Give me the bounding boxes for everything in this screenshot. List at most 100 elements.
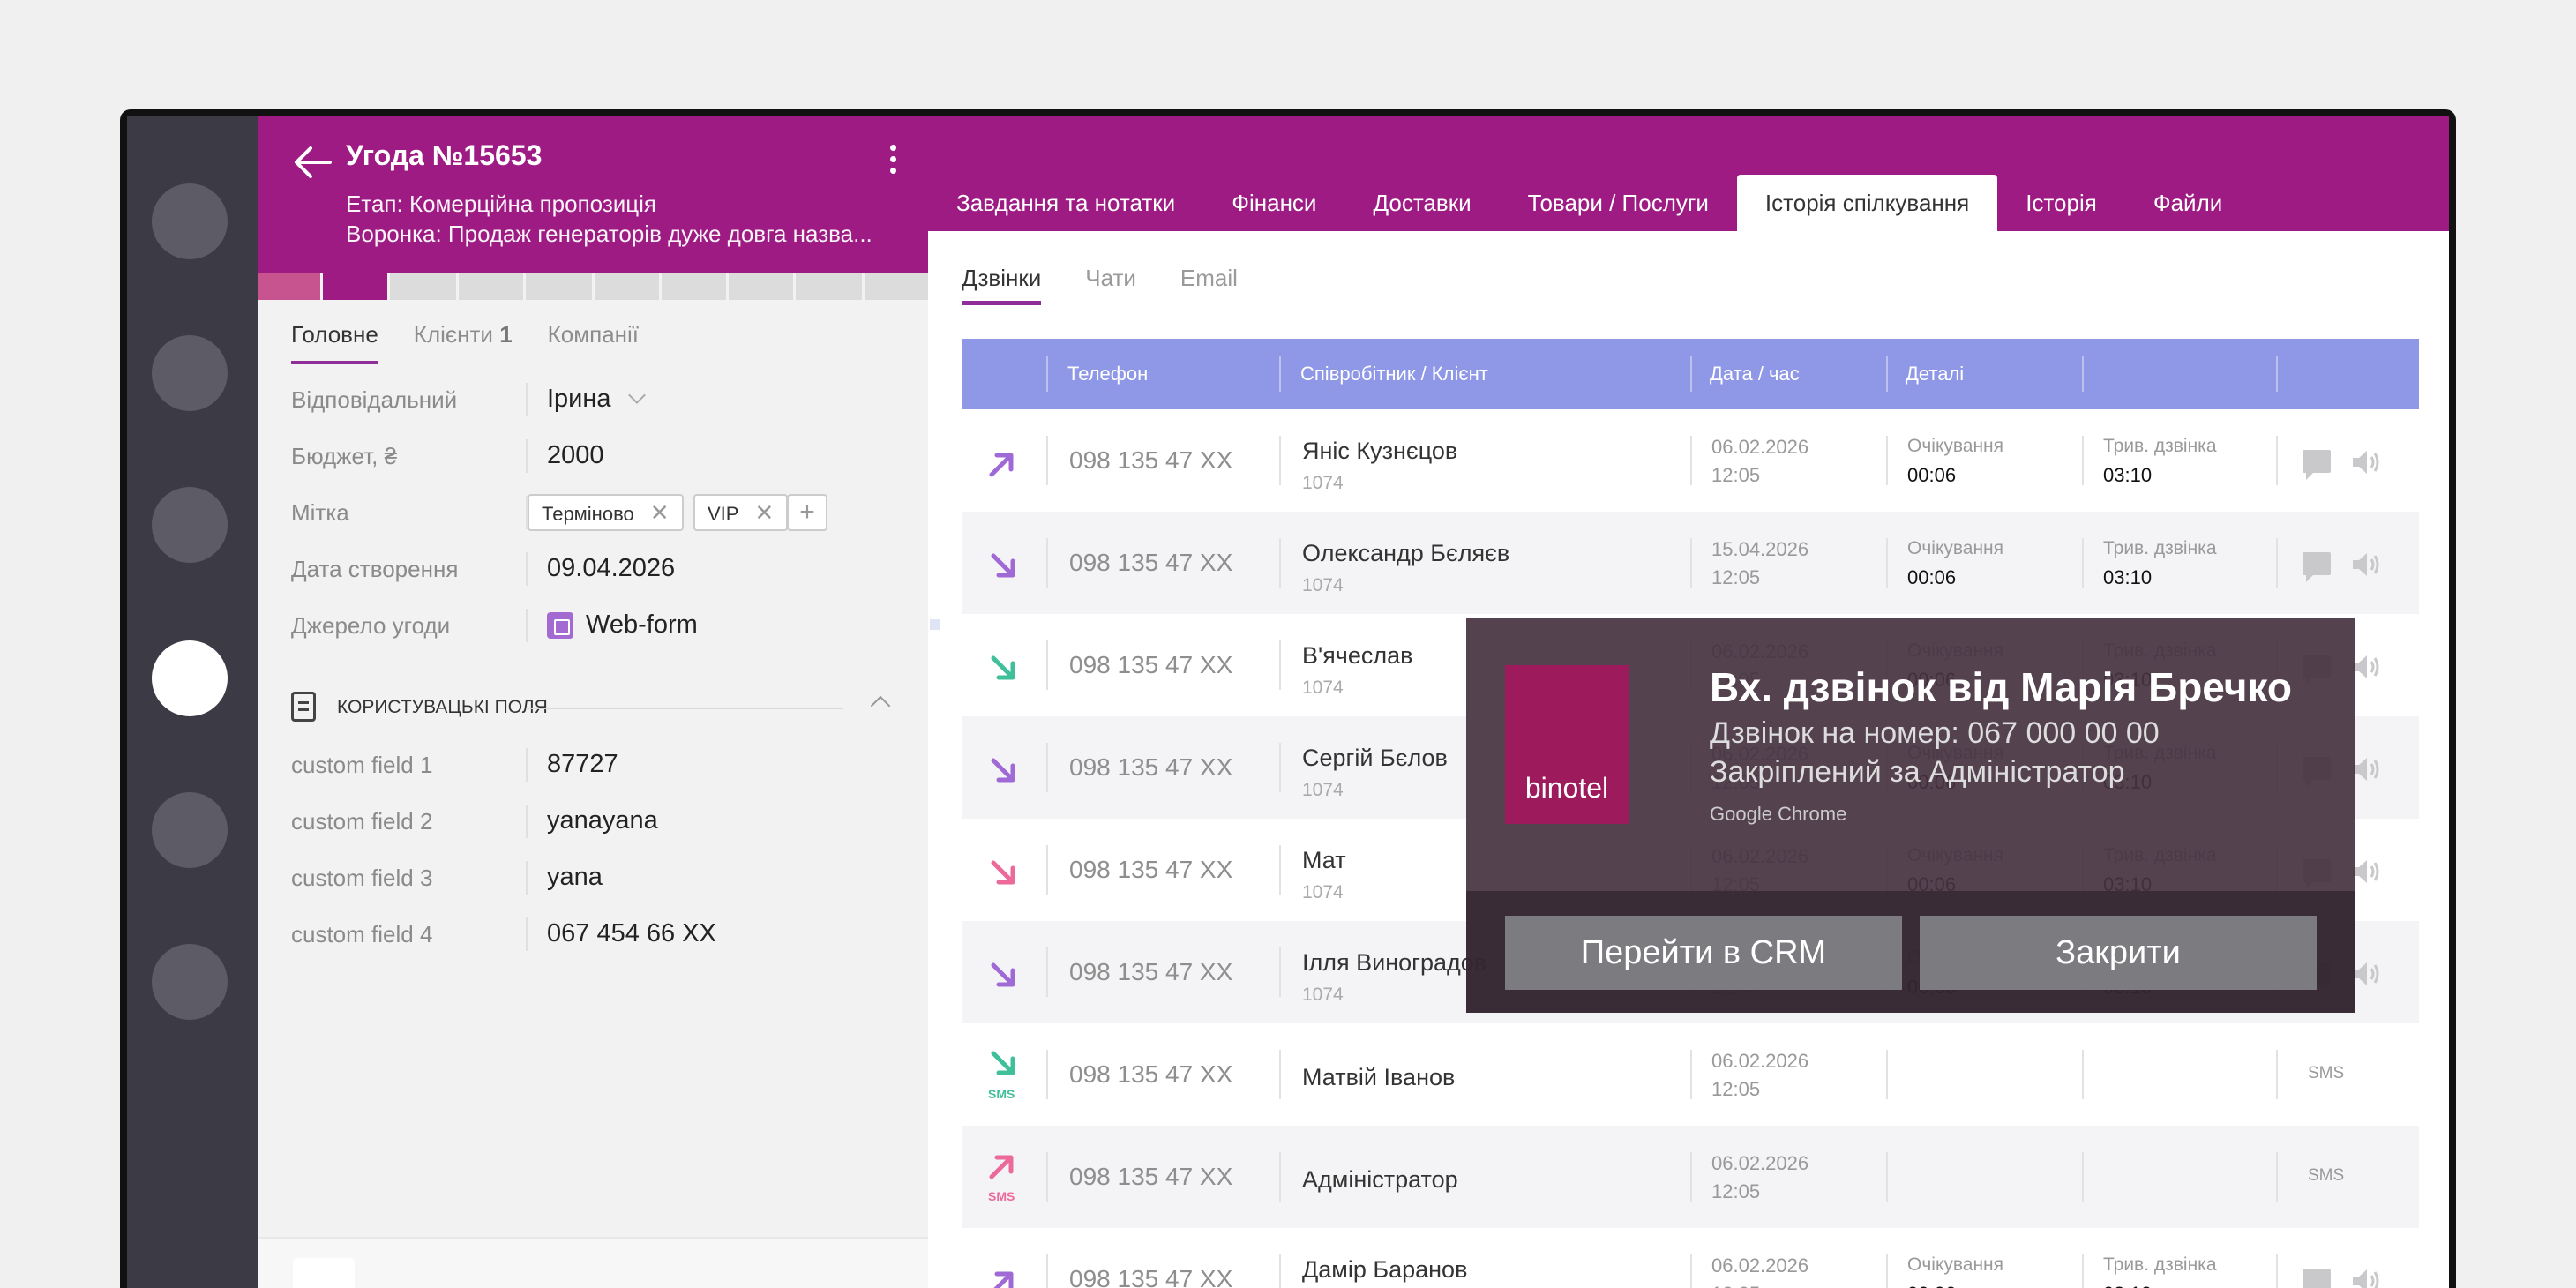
stage-segment[interactable]: [796, 273, 865, 300]
custom-field: custom field 3 yana: [291, 859, 909, 895]
tab-3[interactable]: Товари / Послуги: [1500, 175, 1737, 231]
nav-rail-item[interactable]: [152, 792, 228, 868]
cell-divider: [1279, 947, 1281, 997]
created-date-value: 09.04.2026: [547, 554, 676, 582]
stage-segment[interactable]: [865, 273, 928, 300]
comment-icon[interactable]: [2303, 1269, 2331, 1288]
duration-label: Трив. дзвінка: [2103, 436, 2217, 456]
footer-icon[interactable]: [293, 1258, 355, 1288]
wait-label: Очікування: [1907, 1254, 2004, 1275]
field-value[interactable]: 067 454 66 XX: [547, 919, 716, 948]
header-divider: [1279, 356, 1281, 392]
custom-fields-section[interactable]: КОРИСТУВАЦЬКІ ПОЛЯ: [291, 690, 900, 725]
phone-number[interactable]: 098 135 47 XX: [1069, 651, 1232, 679]
phone-number[interactable]: 098 135 47 XX: [1069, 958, 1232, 986]
field-divider: [526, 609, 528, 642]
phone-number[interactable]: 098 135 47 XX: [1069, 446, 1232, 475]
tag-chip[interactable]: VIP ✕: [693, 494, 789, 531]
contact-name[interactable]: Ілля Виноградов: [1302, 949, 1486, 977]
open-crm-button[interactable]: Перейти в CRM: [1505, 916, 1902, 990]
subtab-0[interactable]: Дзвінки: [962, 265, 1042, 305]
speaker-icon[interactable]: [2350, 550, 2382, 579]
tab-1[interactable]: Фінанси: [1203, 175, 1344, 231]
speaker-icon[interactable]: [2350, 1267, 2382, 1288]
field-value[interactable]: 87727: [547, 750, 618, 779]
chevron-up-icon[interactable]: [870, 695, 891, 716]
field-source: Джерело угоди Web-form: [291, 607, 909, 642]
tab-main[interactable]: Головне: [291, 321, 378, 364]
phone-number[interactable]: 098 135 47 XX: [1069, 1265, 1232, 1288]
contact-name[interactable]: Адміністратор: [1302, 1166, 1458, 1194]
duration-label: Трив. дзвінка: [2103, 538, 2217, 558]
tab-0[interactable]: Завдання та нотатки: [928, 175, 1203, 231]
subtab-2[interactable]: Email: [1180, 265, 1238, 305]
tab-4[interactable]: Історія спілкування: [1736, 175, 1998, 231]
field-label: custom field 4: [291, 921, 433, 947]
nav-rail-item[interactable]: [152, 335, 228, 411]
cell-divider: [1046, 743, 1048, 792]
stage-segment[interactable]: [390, 273, 459, 300]
stage-segment[interactable]: [459, 273, 526, 300]
table-row[interactable]: SMS 098 135 47 XX Адміністратор 06.02.2026 1…: [962, 1126, 2419, 1228]
contact-name[interactable]: В'ячеслав: [1302, 642, 1412, 670]
responsible-select[interactable]: Ірина: [547, 385, 646, 414]
tab-5[interactable]: Історія: [1997, 175, 2125, 231]
phone-number[interactable]: 098 135 47 XX: [1069, 1163, 1232, 1191]
stage-segment[interactable]: [526, 273, 595, 300]
extension: 1074: [1302, 882, 1344, 902]
cell-divider: [2082, 1254, 2084, 1288]
comment-icon[interactable]: [2303, 552, 2331, 582]
back-arrow-icon[interactable]: [291, 143, 335, 182]
tab-2[interactable]: Доставки: [1344, 175, 1499, 231]
stage-segment[interactable]: [258, 273, 323, 300]
subtab-1[interactable]: Чати: [1085, 265, 1136, 305]
table-row[interactable]: 098 135 47 XXДамір Баранов107406.02.2026…: [962, 1228, 2419, 1288]
comment-icon[interactable]: [2303, 450, 2331, 480]
column-header-person: Співробітник / Клієнт: [1300, 363, 1488, 385]
phone-number[interactable]: 098 135 47 XX: [1069, 1060, 1232, 1089]
speaker-icon[interactable]: [2350, 448, 2382, 476]
stage-progress-bar[interactable]: [258, 273, 928, 300]
tab-6[interactable]: Файли: [2125, 175, 2250, 231]
tag-chip[interactable]: Терміново ✕: [528, 494, 684, 531]
close-icon[interactable]: ✕: [650, 499, 670, 526]
phone-number[interactable]: 098 135 47 XX: [1069, 549, 1232, 577]
nav-rail-item[interactable]: [152, 487, 228, 563]
nav-rail-item[interactable]: [152, 944, 228, 1020]
budget-value[interactable]: 2000: [547, 441, 604, 470]
table-row[interactable]: 098 135 47 XX Яніс Кузнєцов 1074 06.02.2026…: [962, 409, 2419, 512]
phone-number[interactable]: 098 135 47 XX: [1069, 753, 1232, 782]
call-date: 06.02.2026: [1711, 1050, 1809, 1072]
phone-number[interactable]: 098 135 47 XX: [1069, 856, 1232, 884]
stage-segment[interactable]: [595, 273, 662, 300]
cell-divider: [1886, 538, 1888, 588]
cell-divider: [1279, 743, 1281, 792]
stage-segment[interactable]: [323, 273, 390, 300]
nav-rail-item[interactable]: [152, 183, 228, 259]
more-menu-icon[interactable]: [884, 141, 902, 180]
nav-rail-item-active[interactable]: [152, 640, 228, 716]
field-divider: [526, 439, 528, 473]
field-value[interactable]: yana: [547, 863, 603, 892]
stage-segment[interactable]: [729, 273, 796, 300]
contact-name[interactable]: Дамір Баранов: [1302, 1256, 1467, 1284]
contact-name[interactable]: Олександр Бєляєв: [1302, 540, 1509, 567]
close-notification-button[interactable]: Закрити: [1920, 916, 2317, 990]
cell-divider: [2082, 538, 2084, 588]
stage-segment[interactable]: [662, 273, 729, 300]
tag-label: Терміново: [542, 503, 634, 525]
tab-clients[interactable]: Клієнти 1: [414, 321, 513, 364]
contact-name[interactable]: Яніс Кузнєцов: [1302, 438, 1457, 465]
tab-companies[interactable]: Компанії: [548, 321, 639, 364]
contact-name[interactable]: Сергій Бєлов: [1302, 745, 1448, 772]
close-icon[interactable]: ✕: [754, 499, 774, 526]
table-row[interactable]: 098 135 47 XX Олександр Бєляєв 1074 15.04.2…: [962, 512, 2419, 614]
field-value[interactable]: yanayana: [547, 806, 658, 835]
table-header: Телефон Співробітник / Клієнт Дата / час…: [962, 339, 2419, 409]
contact-name[interactable]: Мат: [1302, 847, 1346, 874]
field-label: Мітка: [291, 499, 349, 526]
cell-divider: [2276, 436, 2278, 485]
contact-name[interactable]: Матвій Іванов: [1302, 1064, 1455, 1091]
add-tag-button[interactable]: +: [787, 494, 827, 531]
table-row[interactable]: SMS 098 135 47 XX Матвій Іванов 06.02.2026 1…: [962, 1023, 2419, 1126]
